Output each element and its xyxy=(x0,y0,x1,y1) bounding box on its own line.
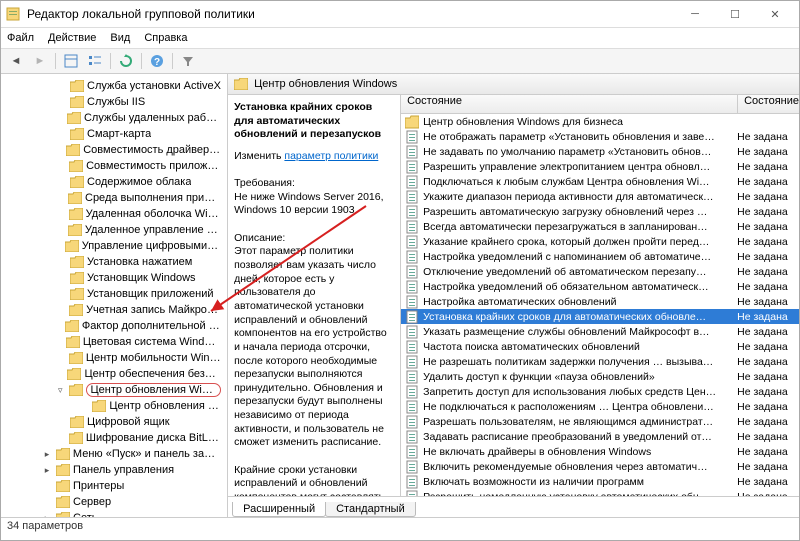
right-header: Центр обновления Windows xyxy=(228,74,799,95)
tree-item[interactable]: Принтеры xyxy=(1,478,227,494)
policy-row[interactable]: Не подключаться к расположениям … Центра… xyxy=(401,399,799,414)
refresh-icon[interactable] xyxy=(115,50,137,72)
policy-title: Установка крайних сроков для автоматичес… xyxy=(234,101,394,142)
policy-row[interactable]: Разрешить автоматическую загрузку обновл… xyxy=(401,204,799,219)
policy-row[interactable]: Включать возможности из наличии программ… xyxy=(401,474,799,489)
policy-row[interactable]: Настройка уведомлений с напоминанием об … xyxy=(401,249,799,264)
tab-standard[interactable]: Стандартный xyxy=(325,502,416,517)
tree-item[interactable]: Среда выполнения приложения xyxy=(1,190,227,206)
maximize-button[interactable]: ☐ xyxy=(715,3,755,25)
tree-item[interactable]: ▸Панель управления xyxy=(1,462,227,478)
filter-icon[interactable] xyxy=(177,50,199,72)
tree-item[interactable]: Содержимое облака xyxy=(1,174,227,190)
folder-icon xyxy=(234,78,248,90)
tree-item[interactable]: Служба установки ActiveX xyxy=(1,78,227,94)
tree-item[interactable]: Установщик приложений xyxy=(1,286,227,302)
view-tabs: Расширенный Стандартный xyxy=(228,497,799,517)
tree-item[interactable]: Учетная запись Майкрософт xyxy=(1,302,227,318)
help-icon[interactable]: ? xyxy=(146,50,168,72)
tree-item[interactable]: Центр мобильности Windows xyxy=(1,350,227,366)
window-title: Редактор локальной групповой политики xyxy=(27,7,675,21)
col-state[interactable]: Состояние xyxy=(738,95,799,113)
tree-item[interactable]: Цветовая система Windows Color System xyxy=(1,334,227,350)
description-panel: Установка крайних сроков для автоматичес… xyxy=(228,95,401,496)
policy-row[interactable]: Укажите диапазон периода активности для … xyxy=(401,189,799,204)
menubar: Файл Действие Вид Справка xyxy=(1,28,799,49)
description-body: Этот параметр политики позволяет вам ука… xyxy=(234,245,394,496)
policy-row[interactable]: Центр обновления Windows для бизнеса xyxy=(401,114,799,129)
policy-row[interactable]: Указание крайнего срока, который должен … xyxy=(401,234,799,249)
forward-button[interactable]: ► xyxy=(29,50,51,72)
policy-row[interactable]: Не задавать по умолчанию параметр «Устан… xyxy=(401,144,799,159)
menu-action[interactable]: Действие xyxy=(48,32,96,44)
col-name[interactable]: Состояние xyxy=(401,95,738,113)
tree-item[interactable]: Удаленная оболочка Windows xyxy=(1,206,227,222)
tree-item[interactable]: Центр обновления Windows для бизнеса xyxy=(1,398,227,414)
menu-help[interactable]: Справка xyxy=(144,32,187,44)
policy-row[interactable]: Разрешать пользователям, не являющимся а… xyxy=(401,414,799,429)
policy-row[interactable]: Не разрешать политикам задержки получени… xyxy=(401,354,799,369)
policy-row[interactable]: Настройка автоматических обновленийНе за… xyxy=(401,294,799,309)
tree-item[interactable]: Службы IIS xyxy=(1,94,227,110)
tool-list-icon[interactable] xyxy=(84,50,106,72)
close-button[interactable]: ✕ xyxy=(755,3,795,25)
tree-item[interactable]: Совместимость приложений xyxy=(1,158,227,174)
tree-item[interactable]: Управление цифровыми правами Windows Me… xyxy=(1,238,227,254)
policy-row[interactable]: Указать размещение службы обновлений Май… xyxy=(401,324,799,339)
policy-row[interactable]: Отключение уведомлений об автоматическом… xyxy=(401,264,799,279)
tree-item[interactable]: Цифровой ящик xyxy=(1,414,227,430)
nav-tree[interactable]: Служба установки ActiveXСлужбы IISСлужбы… xyxy=(1,74,228,517)
policy-row[interactable]: Запретить доступ для использования любых… xyxy=(401,384,799,399)
tree-item[interactable]: Совместимость драйверов и устройств xyxy=(1,142,227,158)
back-button[interactable]: ◄ xyxy=(5,50,27,72)
policy-row[interactable]: Установка крайних сроков для автоматичес… xyxy=(401,309,799,324)
tab-extended[interactable]: Расширенный xyxy=(232,502,326,517)
tree-item[interactable]: ▸Сеть xyxy=(1,510,227,517)
edit-policy-link[interactable]: параметр политики xyxy=(284,150,378,162)
policy-row[interactable]: Всегда автоматически перезагружаться в з… xyxy=(401,219,799,234)
toolbar: ◄ ► ? xyxy=(1,49,799,74)
policy-list[interactable]: Центр обновления Windows для бизнесаНе о… xyxy=(401,114,799,496)
tool-details-icon[interactable] xyxy=(60,50,82,72)
policy-row[interactable]: Включить рекомендуемые обновления через … xyxy=(401,459,799,474)
tree-item-selected[interactable]: ▿Центр обновления Windows xyxy=(1,382,227,398)
tree-item[interactable]: Установка нажатием xyxy=(1,254,227,270)
minimize-button[interactable]: ─ xyxy=(675,3,715,25)
menu-view[interactable]: Вид xyxy=(110,32,130,44)
policy-row[interactable]: Настройка уведомлений об обязательном ав… xyxy=(401,279,799,294)
policy-row[interactable]: Удалить доступ к функции «пауза обновлен… xyxy=(401,369,799,384)
svg-text:?: ? xyxy=(154,57,160,68)
list-header: Состояние Состояние xyxy=(401,95,799,114)
tree-item[interactable]: ▸Меню «Пуск» и панель задач xyxy=(1,446,227,462)
right-header-title: Центр обновления Windows xyxy=(254,78,397,90)
policy-row[interactable]: Задавать расписание преобразований в уве… xyxy=(401,429,799,444)
policy-row[interactable]: Не отображать параметр «Установить обнов… xyxy=(401,129,799,144)
tree-item[interactable]: Шифрование диска BitLocker xyxy=(1,430,227,446)
policy-row[interactable]: Разрешить немедленную установку автомати… xyxy=(401,489,799,496)
policy-row[interactable]: Не включать драйверы в обновления Window… xyxy=(401,444,799,459)
policy-row[interactable]: Подключаться к любым службам Центра обно… xyxy=(401,174,799,189)
titlebar: Редактор локальной групповой политики ─ … xyxy=(1,1,799,28)
tree-item[interactable]: Сервер xyxy=(1,494,227,510)
policy-row[interactable]: Частота поиска автоматических обновлений… xyxy=(401,339,799,354)
tree-item[interactable]: Установщик Windows xyxy=(1,270,227,286)
tree-item[interactable]: Удаленное управление Windows xyxy=(1,222,227,238)
app-icon xyxy=(5,6,21,22)
tree-item[interactable]: Смарт-карта xyxy=(1,126,227,142)
policy-row[interactable]: Разрешить управление электропитанием цен… xyxy=(401,159,799,174)
menu-file[interactable]: Файл xyxy=(7,32,34,44)
tree-item[interactable]: Службы удаленных рабочих столов xyxy=(1,110,227,126)
status-bar: 34 параметров xyxy=(1,517,799,540)
tree-item[interactable]: Фактор дополнительной проверки подлиннос… xyxy=(1,318,227,334)
tree-item[interactable]: Центр обеспечения безопасности xyxy=(1,366,227,382)
